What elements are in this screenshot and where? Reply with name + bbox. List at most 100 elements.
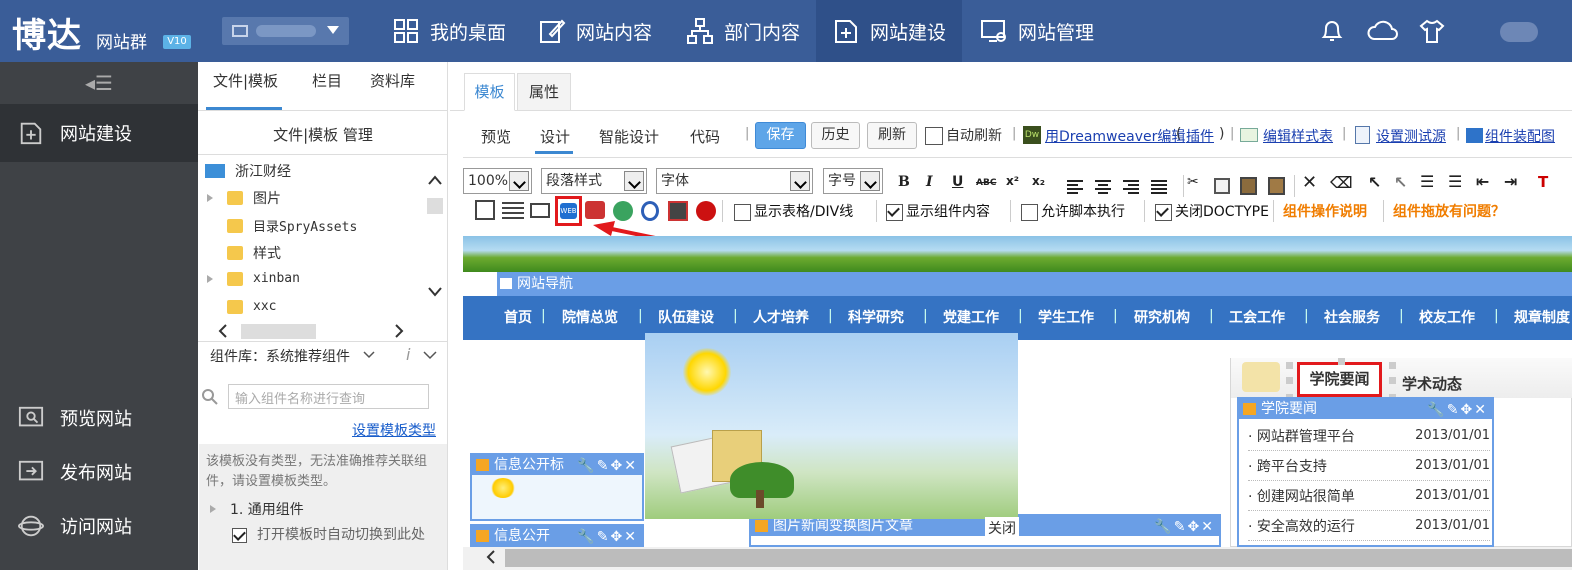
nav-desktop[interactable]: 我的桌面 [378,0,520,62]
plugin-link[interactable]: 插件 [1186,126,1214,146]
nav-link[interactable]: 队伍建设 [658,307,714,327]
scroll-down-icon[interactable] [427,285,443,299]
resize-handle[interactable] [1286,362,1293,369]
paragraph-style-select[interactable]: 段落样式 [541,168,647,194]
strikethrough-icon[interactable]: ABC [976,178,996,188]
xml-icon[interactable] [475,200,495,220]
nav-link[interactable]: 规章制度 [1514,307,1570,327]
nav-link[interactable]: 学生工作 [1038,307,1094,327]
tab-template[interactable]: 模板 [464,73,515,111]
paste-icon[interactable] [1240,177,1257,195]
nav-link[interactable]: 校友工作 [1419,307,1475,327]
refresh-button[interactable]: 刷新 [867,122,917,149]
edit-stylesheet-link[interactable]: 编辑样式表 [1263,126,1333,146]
site-nav-widget-title[interactable]: 网站导航 [497,272,1572,296]
test-source-link[interactable]: 设置测试源 [1376,126,1446,146]
remove-format-icon[interactable]: ✕ [1302,172,1317,193]
underline-icon[interactable]: U [952,174,963,190]
drag-problem-link[interactable]: 组件拖放有问题？ [1393,201,1505,221]
component-search-input[interactable]: 输入组件名称进行查询 [228,384,429,409]
select-icon[interactable]: ↖ [1368,173,1381,192]
subscript-icon[interactable]: x₂ [1032,174,1045,188]
cloud-icon[interactable] [1366,17,1400,45]
select-element-icon[interactable]: ↖ [1394,173,1407,192]
nav-link[interactable]: 院情总览 [562,307,618,327]
table-icon[interactable] [502,201,524,219]
expand-arrow-icon[interactable] [207,274,213,283]
sidebar-item-publish[interactable]: 发布网站 [0,445,198,499]
show-component-checkbox[interactable] [886,203,903,221]
sidebar-item-site-build[interactable]: 网站建设 [0,106,198,160]
outdent-icon[interactable]: ⇤ [1476,172,1489,191]
tab-college-news[interactable]: 学院要闻 [1297,362,1382,397]
nav-site-content[interactable]: 网站内容 [524,0,666,62]
mode-code[interactable]: 代码 [690,126,720,147]
tab-properties[interactable]: 属性 [517,73,571,111]
news-item[interactable]: · 安全高效的运行 2013/01/01 [1248,511,1490,541]
expand-arrow-icon[interactable] [207,194,213,202]
tree-item[interactable]: xxc [227,299,276,314]
tree-item[interactable]: 图片 [207,188,281,208]
resize-handle[interactable] [1286,377,1293,384]
scroll-up-icon[interactable] [427,173,443,187]
mode-preview[interactable]: 预览 [481,126,511,147]
assembly-view-link[interactable]: 组件装配图 [1485,126,1555,146]
eraser-icon[interactable]: ⌫ [1330,173,1353,192]
dreamweaver-edit-link[interactable]: 用Dreamweaver编辑 [1045,126,1185,146]
horizontal-scrollbar-thumb[interactable] [241,324,316,339]
history-button[interactable]: 历史 [811,122,860,149]
widget-tools[interactable]: 🔧✎✥✕ [1427,400,1488,420]
resize-handle[interactable] [1389,377,1396,384]
info-widget-2-titlebar[interactable]: 信息公开 🔧✎✥✕ [472,526,642,546]
set-template-type-link[interactable]: 设置模板类型 [352,420,436,440]
nav-dept-content[interactable]: 部门内容 [672,0,814,62]
copy-icon[interactable] [1214,178,1230,194]
tab-academic-news[interactable]: 学术动态 [1402,373,1462,394]
zoom-select[interactable]: 100% [463,168,532,194]
show-component-option[interactable]: 显示组件内容 [886,201,990,221]
component-library-select[interactable]: 组件库：系统推荐组件 [210,346,350,366]
expand-arrow-icon[interactable] [210,505,216,513]
save-button[interactable]: 保存 [755,122,806,149]
font-select[interactable]: 字体 [656,168,813,194]
widget-tools[interactable]: 🔧✎✥✕ [577,527,638,547]
auto-refresh-option[interactable]: 自动刷新 [925,125,1002,145]
mode-smart-design[interactable]: 智能设计 [599,126,659,147]
form-icon[interactable] [530,203,550,218]
italic-icon[interactable]: I [926,174,933,190]
nav-link[interactable]: 科学研究 [848,307,904,327]
nav-link[interactable]: 党建工作 [943,307,999,327]
bell-icon[interactable] [1318,17,1346,45]
site-selector[interactable] [222,17,349,45]
close-button[interactable]: 关闭 [985,517,1019,541]
nav-site-build[interactable]: 网站建设 [816,0,962,62]
font-size-select[interactable]: 字号 [823,168,883,194]
ordered-list-icon[interactable]: ☰ [1420,172,1434,191]
sidebar-item-visit[interactable]: 访问网站 [0,499,198,553]
nav-link[interactable]: 人才培养 [753,307,809,327]
cut-icon[interactable]: ✂ [1187,174,1199,190]
auto-switch-option[interactable]: 打开模板时自动切换到此处 [232,524,425,544]
news-item[interactable]: · 创建网站很简单 2013/01/01 [1248,481,1490,511]
tree-root[interactable]: 浙江财经 [205,161,291,181]
auto-switch-checkbox[interactable] [232,527,247,543]
paste-special-icon[interactable] [1268,177,1285,195]
news-widget-titlebar[interactable]: 学院要闻 🔧✎✥✕ [1239,399,1492,419]
tab-file-template[interactable]: 文件|模板 [213,70,278,91]
bold-icon[interactable]: B [898,174,910,190]
close-doctype-option[interactable]: 关闭DOCTYPE [1155,201,1269,221]
auto-refresh-checkbox[interactable] [925,127,943,145]
indent-icon[interactable]: ⇥ [1504,172,1517,191]
news-item[interactable]: · 跨平台支持 2013/01/01 [1248,451,1490,481]
nav-site-manage[interactable]: 网站管理 [966,0,1116,62]
close-doctype-checkbox[interactable] [1155,203,1172,221]
canvas-scrollbar-thumb[interactable] [505,549,1572,567]
scroll-right-icon[interactable] [393,323,405,339]
resize-handle[interactable] [1338,358,1345,365]
nav-link[interactable]: 工会工作 [1229,307,1285,327]
nav-link[interactable]: 社会服务 [1324,307,1380,327]
tree-item[interactable]: xinban [207,271,300,286]
widget-tools[interactable]: 🔧✎✥✕ [1154,517,1215,537]
unordered-list-icon[interactable]: ☰ [1448,172,1462,191]
sidebar-item-preview[interactable]: 预览网站 [0,391,198,445]
